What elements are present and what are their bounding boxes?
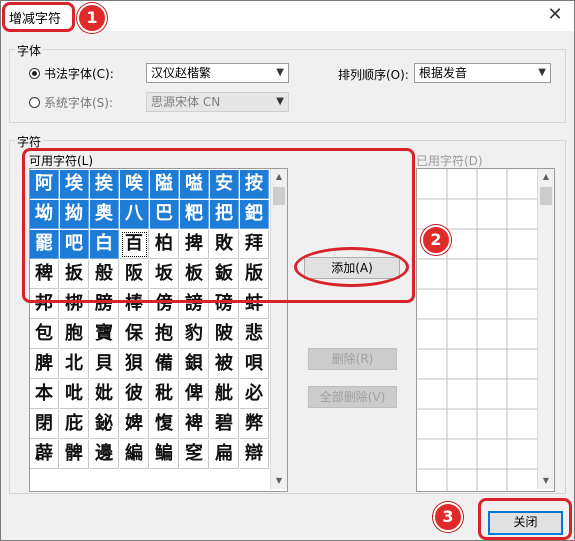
system-font-radio[interactable]: 系统字体(S): (29, 94, 113, 111)
chevron-down-icon: ▼ (538, 67, 546, 78)
chevron-down-icon: ▼ (276, 96, 284, 107)
close-button-highlight (478, 498, 572, 540)
char-cell[interactable]: 豹 (180, 320, 209, 349)
sort-order-label: 排列顺序(O): (338, 68, 409, 82)
char-cell[interactable]: 辯 (240, 440, 269, 469)
add-button-highlight (294, 247, 409, 287)
char-cell[interactable]: 舭 (210, 380, 239, 409)
radio-selected-icon (29, 68, 40, 79)
char-cell[interactable]: 弊 (240, 410, 269, 439)
sort-order-value: 根据发音 (419, 66, 468, 80)
calligraphy-font-value: 汉仪赵楷繁 (151, 66, 212, 80)
char-cell[interactable]: 抱 (150, 320, 179, 349)
char-cell[interactable]: 裨 (180, 410, 209, 439)
char-cell[interactable]: 保 (120, 320, 149, 349)
char-cell[interactable]: 俾 (180, 380, 209, 409)
scrollbar-thumb[interactable] (540, 187, 552, 205)
calligraphy-font-radio[interactable]: 书法字体(C): (29, 65, 114, 82)
char-cell[interactable]: 備 (150, 350, 179, 379)
char-cell[interactable]: 狽 (120, 350, 149, 379)
char-cell[interactable]: 編 (120, 440, 149, 469)
char-cell[interactable]: 鋇 (180, 350, 209, 379)
char-cell[interactable]: 妣 (90, 380, 119, 409)
char-cell[interactable]: 邊 (90, 440, 119, 469)
char-cell[interactable]: 脾 (30, 350, 59, 379)
delete-all-button[interactable]: 全部删除(V) (308, 386, 397, 408)
step-1-badge: 1 (77, 3, 107, 33)
used-chars-scrollbar[interactable]: ▲ ▼ (537, 169, 554, 489)
used-chars-gridlines (417, 169, 537, 491)
char-cell[interactable]: 陂 (210, 320, 239, 349)
chevron-down-icon: ▼ (276, 67, 284, 78)
char-cell[interactable]: 彼 (120, 380, 149, 409)
font-group-label: 字体 (15, 42, 44, 59)
char-cell[interactable]: 庇 (60, 410, 89, 439)
used-chars-label: 已用字符(D) (416, 154, 483, 168)
char-cell[interactable]: 悲 (240, 320, 269, 349)
title-highlight (2, 2, 75, 32)
char-cell[interactable]: 吡 (60, 380, 89, 409)
char-cell[interactable]: 閉 (30, 410, 59, 439)
system-font-value: 思源宋体 CN (151, 95, 221, 109)
char-cell[interactable]: 婢 (120, 410, 149, 439)
step-2-badge: 2 (421, 225, 451, 255)
char-cell[interactable]: 北 (60, 350, 89, 379)
char-cell[interactable]: 鉍 (90, 410, 119, 439)
system-font-radio-label: 系统字体(S): (44, 96, 114, 110)
char-cell[interactable]: 被 (210, 350, 239, 379)
char-cell[interactable]: 窆 (180, 440, 209, 469)
char-cell[interactable]: 包 (30, 320, 59, 349)
calligraphy-font-select[interactable]: 汉仪赵楷繁 ▼ (146, 63, 289, 83)
char-cell[interactable]: 本 (30, 380, 59, 409)
char-cell[interactable]: 鳊 (150, 440, 179, 469)
char-cell[interactable]: 胞 (60, 320, 89, 349)
char-cell[interactable]: 愎 (150, 410, 179, 439)
radio-unselected-icon (29, 97, 40, 108)
char-cell[interactable]: 必 (240, 380, 269, 409)
sort-order-select[interactable]: 根据发音 ▼ (414, 63, 551, 83)
char-cell[interactable]: 髀 (60, 440, 89, 469)
delete-button[interactable]: 删除(R) (308, 348, 397, 370)
char-cell[interactable]: 秕 (150, 380, 179, 409)
close-icon[interactable]: ✕ (544, 4, 566, 26)
char-cell[interactable]: 唄 (240, 350, 269, 379)
char-cell[interactable]: 扁 (210, 440, 239, 469)
step-3-badge: 3 (433, 502, 463, 532)
char-cell[interactable]: 貝 (90, 350, 119, 379)
char-cell[interactable]: 薜 (30, 440, 59, 469)
scroll-down-icon[interactable]: ▼ (271, 473, 287, 489)
system-font-select[interactable]: 思源宋体 CN ▼ (146, 92, 289, 112)
char-cell[interactable]: 寶 (90, 320, 119, 349)
calligraphy-font-radio-label: 书法字体(C): (44, 67, 114, 81)
used-chars-grid[interactable]: ▲ ▼ (416, 168, 555, 492)
char-cell[interactable]: 碧 (210, 410, 239, 439)
scroll-up-icon[interactable]: ▲ (538, 169, 554, 185)
scroll-down-icon[interactable]: ▼ (538, 473, 554, 489)
